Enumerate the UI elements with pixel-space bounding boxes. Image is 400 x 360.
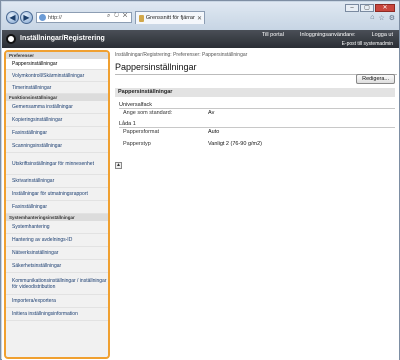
sidebar-category-system: Systemhanteringsinställningar (6, 214, 108, 221)
edit-button[interactable]: Redigera... (356, 74, 395, 84)
sidebar-item-scan[interactable]: Scanningsinställningar (6, 140, 108, 153)
setting-row: Pappersformat Auto (123, 129, 393, 135)
sidebar-item-paper-settings[interactable]: Pappersinställningar (6, 59, 108, 70)
gear-icon[interactable]: ⚙ (389, 14, 395, 22)
sidebar-item-copy[interactable]: Kopieringsinställningar (6, 114, 108, 127)
app-title: Inställningar/Registrering (20, 35, 105, 42)
sidebar-item-system-management[interactable]: Systemhantering (6, 221, 108, 234)
login-user-label: Inloggningsanvändare: (299, 32, 356, 38)
page-title: Pappersinställningar (115, 62, 197, 72)
address-tools[interactable]: ⌕ ↻ ✕ (107, 13, 128, 20)
browser-tab[interactable]: Grenssnitt för fjärranvändare ✕ (135, 11, 205, 24)
sidebar-item-communication[interactable]: Kommunikationsinställningar / inställnin… (6, 273, 108, 295)
breadcrumb: Inställningar/Registrering: Preferenser:… (115, 52, 248, 58)
sidebar-item-dept-id[interactable]: Hantering av avdelnings-ID (6, 234, 108, 247)
main-content: Inställningar/Registrering: Preferenser:… (115, 50, 397, 169)
sidebar-item-memory-print[interactable]: Utskriftsinställningar för minnesenhet (6, 153, 108, 175)
sidebar-item-fax[interactable]: Faxinställningar (6, 127, 108, 140)
sidebar-item-output-report[interactable]: Inställningar för utmatningsrapport (6, 188, 108, 201)
setting-label: Papperstyp (123, 141, 151, 147)
browser-chrome: – ▢ ✕ ◀ ▶ http:// ⌕ ↻ ✕ Grenssnitt för f… (2, 2, 399, 30)
title-divider (115, 74, 397, 75)
header-links: Till portal Inloggningsanvändare: Logga … (262, 32, 393, 38)
sidebar-item-timer[interactable]: Timerinställningar (6, 82, 108, 94)
page-viewport: Inställningar/Registrering Till portal I… (2, 30, 399, 360)
sidebar-item-network[interactable]: Nätverksinställningar (6, 247, 108, 260)
window-controls: – ▢ ✕ (345, 4, 395, 12)
search-icon[interactable]: ⌕ (107, 13, 111, 19)
minimize-icon[interactable]: – (345, 4, 359, 12)
section-header: Pappersinställningar (115, 88, 395, 97)
setting-row: Papperstyp Vanligt 2 (76-90 g/m2) (123, 141, 393, 147)
sidebar-category-preferences: Preferenser (6, 52, 108, 59)
setting-row: Ange som standard: Av (123, 110, 393, 116)
setting-value: Av (208, 110, 215, 116)
tab-title: Grenssnitt för fjärranvändare (145, 15, 195, 21)
portal-link[interactable]: Till portal (262, 32, 284, 38)
forward-button[interactable]: ▶ (20, 11, 33, 24)
sidebar-item-import-export[interactable]: Importera/exportera (6, 295, 108, 308)
star-icon[interactable]: ☆ (378, 14, 384, 22)
sidebar-category-functions: Funktionsinställningar (6, 94, 108, 101)
refresh-icon[interactable]: ↻ (114, 13, 120, 19)
page-icon (39, 14, 46, 21)
app-header: Inställningar/Registrering Till portal I… (2, 30, 399, 48)
sidebar-item-initialize[interactable]: Initiera inställningsinformation (6, 308, 108, 321)
group-divider (119, 108, 395, 109)
sidebar: Preferenser Pappersinställningar Volymko… (4, 50, 110, 359)
address-text: http:// (48, 14, 62, 21)
stop-icon[interactable]: ✕ (123, 13, 129, 19)
browser-toolbar-icons: ⌂ ☆ ⚙ (370, 14, 395, 22)
sysadmin-email-link[interactable]: E-post till systemadmin (342, 41, 393, 47)
home-icon[interactable]: ⌂ (370, 14, 374, 22)
group-divider (119, 127, 395, 128)
sidebar-item-fax-2[interactable]: Faxinställningar (6, 201, 108, 214)
setting-value: Auto (208, 129, 220, 135)
app-logo-icon (6, 34, 16, 44)
browser-window: – ▢ ✕ ◀ ▶ http:// ⌕ ↻ ✕ Grenssnitt för f… (0, 0, 400, 360)
sidebar-item-common[interactable]: Gemensamma inställningar (6, 101, 108, 114)
tab-close-icon[interactable]: ✕ (197, 15, 204, 22)
setting-label: Pappersformat (123, 129, 160, 135)
setting-value: Vanligt 2 (76-90 g/m2) (208, 141, 263, 147)
tab-favicon (139, 14, 144, 22)
scroll-to-top-icon[interactable]: ▲ (115, 162, 122, 169)
close-icon[interactable]: ✕ (375, 4, 395, 12)
back-button[interactable]: ◀ (6, 11, 19, 24)
sidebar-item-printer[interactable]: Skrivarinställningar (6, 175, 108, 188)
sidebar-item-volume-display[interactable]: Volymkontroll/Skärminställningar (6, 70, 108, 82)
setting-label: Ange som standard: (123, 110, 173, 116)
sidebar-item-security[interactable]: Säkerhetsinställningar (6, 260, 108, 273)
logout-link[interactable]: Logga ut (372, 32, 393, 38)
maximize-icon[interactable]: ▢ (360, 4, 374, 12)
